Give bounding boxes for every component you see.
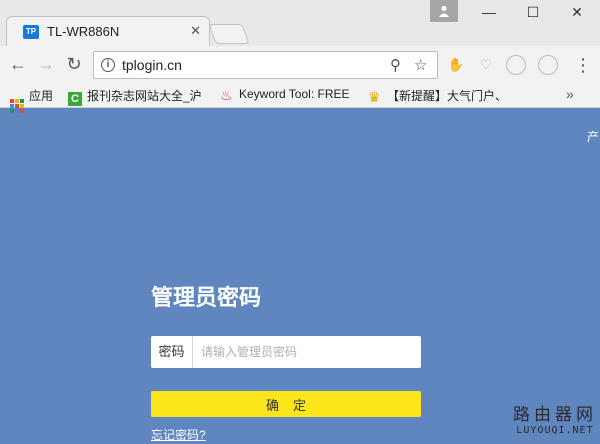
flame-icon: ♨: [220, 87, 233, 103]
close-window-button[interactable]: ✕: [562, 4, 592, 20]
tab-close-icon[interactable]: ✕: [190, 23, 201, 39]
bookmark-label: 应用: [29, 89, 54, 103]
profile-button[interactable]: [430, 0, 458, 22]
watermark: 路由器网 LUYOUQI.NET: [512, 400, 598, 436]
tab-title: TL-WR886N: [47, 24, 120, 39]
bookmark-apps[interactable]: 应用: [10, 87, 53, 113]
url-text[interactable]: tplogin.cn: [122, 57, 182, 73]
bookmarks-bar: 应用 C 报刊杂志网站大全_沪 ♨ Keyword Tool: FREE ♛ 【新提醒…: [0, 82, 600, 113]
extension-icon[interactable]: ✋: [446, 55, 466, 75]
bookmark-star-icon[interactable]: ☆: [414, 56, 427, 74]
watermark-title: 路由器网: [513, 405, 597, 425]
bookmark-item[interactable]: C 报刊杂志网站大全_沪: [68, 87, 202, 106]
tab-strip: TP TL-WR886N ✕ — ☐ ✕: [0, 0, 600, 46]
minimize-button[interactable]: —: [474, 4, 504, 20]
info-icon[interactable]: i: [101, 58, 115, 72]
forward-button[interactable]: →: [36, 54, 56, 74]
corner-text[interactable]: 产: [587, 128, 599, 145]
zoom-icon[interactable]: ⚲: [390, 56, 401, 74]
page-title: 管理员密码: [151, 285, 262, 310]
reload-button[interactable]: ↻: [64, 54, 84, 74]
bookmark-label: 报刊杂志网站大全_沪: [87, 89, 202, 103]
confirm-button[interactable]: 确定: [151, 391, 421, 417]
tab-active[interactable]: TP TL-WR886N ✕: [6, 16, 210, 46]
extension-icon[interactable]: [538, 55, 558, 75]
new-tab-button[interactable]: [208, 24, 250, 44]
trophy-icon: ♛: [368, 89, 381, 105]
person-icon: [439, 6, 449, 17]
back-button[interactable]: ←: [8, 54, 28, 74]
green-c-icon: C: [68, 92, 82, 106]
bookmark-label: Keyword Tool: FREE: [239, 87, 350, 101]
password-label: 密码: [151, 336, 193, 368]
bookmark-item[interactable]: ♨ Keyword Tool: FREE: [220, 87, 350, 102]
apps-grid-icon: [10, 99, 24, 113]
address-bar[interactable]: i tplogin.cn ⚲ ☆: [93, 51, 438, 79]
extension-icon[interactable]: [506, 55, 526, 75]
maximize-button[interactable]: ☐: [518, 4, 548, 20]
shield-extension-icon[interactable]: ♡: [476, 55, 496, 75]
watermark-url: LUYOUQI.NET: [516, 425, 594, 436]
password-field: 密码: [151, 336, 421, 368]
password-input[interactable]: [194, 336, 419, 368]
browser-menu-icon[interactable]: ⋮: [574, 54, 592, 76]
forgot-password-link[interactable]: 忘记密码?: [151, 426, 206, 443]
bookmark-label: 【新提醒】大气门户、: [387, 89, 508, 103]
bookmarks-overflow-icon[interactable]: »: [566, 86, 574, 102]
bookmark-item[interactable]: ♛ 【新提醒】大气门户、: [368, 87, 507, 104]
tp-link-favicon-icon: TP: [23, 25, 39, 39]
